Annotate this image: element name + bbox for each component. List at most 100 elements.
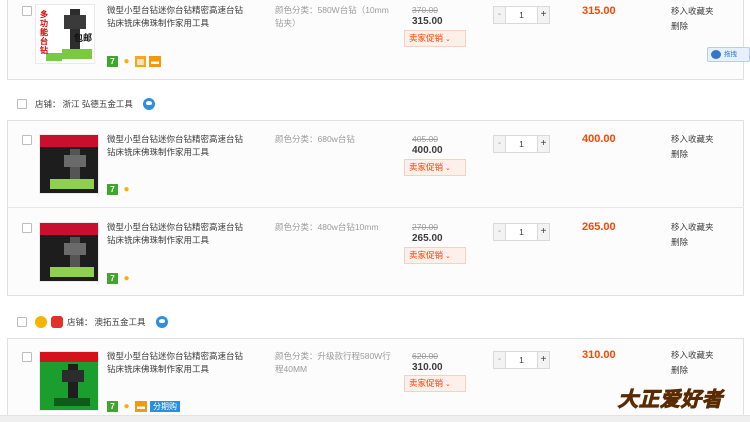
item-actions: 移入收藏夹 删除 (671, 348, 714, 378)
product-thumbnail[interactable]: 多功能台钻 包邮 (35, 4, 95, 64)
sku-info: 颜色分类：480w台钻10mm (275, 222, 379, 232)
item-total: 315.00 (582, 5, 616, 17)
increase-button[interactable]: + (537, 351, 550, 369)
shop-header: 店铺： 浙江 弘德五金工具 (17, 97, 155, 111)
shop-checkbox[interactable] (17, 317, 27, 327)
watermark-text: 大正爱好者 (618, 389, 723, 412)
shop-label: 店铺： (67, 317, 93, 327)
quantity-input[interactable] (506, 6, 537, 24)
sku-info: 颜色分类：升级款行程580W行程40MM (275, 351, 391, 374)
installment-badge[interactable]: 分期购 (150, 400, 180, 412)
quantity-stepper: - + (493, 6, 550, 24)
delete-link[interactable]: 删除 (671, 363, 714, 378)
drill-press-image (40, 352, 98, 406)
grid-badge-icon[interactable]: ▦ (135, 55, 146, 67)
move-to-favorites-link[interactable]: 移入收藏夹 (671, 132, 714, 147)
item-actions: 移入收藏夹 删除 (671, 132, 714, 162)
decrease-button[interactable]: - (493, 6, 506, 24)
service-badges: 7 ● ▦ ▬ (107, 55, 161, 67)
item-total: 265.00 (582, 221, 616, 233)
chevron-down-icon: ⌄ (445, 253, 451, 260)
shop-checkbox[interactable] (17, 99, 27, 109)
bulb-icon[interactable]: ● (121, 56, 132, 67)
increase-button[interactable]: + (537, 6, 550, 24)
move-to-favorites-link[interactable]: 移入收藏夹 (671, 220, 714, 235)
delete-link[interactable]: 删除 (671, 19, 714, 34)
seller-promotion-dropdown[interactable]: 卖家促销 ⌄ (404, 30, 466, 47)
link-icon (711, 50, 721, 59)
move-to-favorites-link[interactable]: 移入收藏夹 (671, 348, 714, 363)
drag-handle-button[interactable]: 拖拽 (707, 47, 750, 62)
decrease-button[interactable]: - (493, 351, 506, 369)
credit-card-icon[interactable]: ▬ (149, 55, 161, 67)
chevron-down-icon: ⌄ (445, 165, 451, 172)
drill-press-image (40, 135, 98, 189)
sku-info: 颜色分类：680w台钻 (275, 134, 355, 144)
seven-day-return-icon[interactable]: 7 (107, 55, 118, 67)
bulb-icon[interactable]: ● (121, 401, 132, 412)
chevron-down-icon: ⌄ (445, 381, 451, 388)
bulb-icon[interactable]: ● (121, 273, 132, 284)
increase-button[interactable]: + (537, 223, 550, 241)
credit-card-icon[interactable]: ▬ (135, 400, 147, 412)
site-watermark-logo: 大正爱好者 (618, 382, 744, 418)
move-to-favorites-link[interactable]: 移入收藏夹 (671, 4, 714, 19)
seven-day-return-icon[interactable]: 7 (107, 183, 118, 195)
delete-link[interactable]: 删除 (671, 235, 714, 250)
chevron-down-icon: ⌄ (445, 36, 451, 43)
product-title[interactable]: 微型小型台钻迷你台钻精密高速台钻钻床铣床佛珠制作家用工具 (107, 221, 247, 247)
seller-promotion-dropdown[interactable]: 卖家促销 ⌄ (404, 375, 466, 392)
service-badges: 7 ● ▬ 分期购 (107, 400, 180, 412)
row-divider (7, 207, 744, 208)
gold-medal-icon[interactable] (35, 316, 47, 328)
item-total: 310.00 (582, 349, 616, 361)
unit-price: 310.00 (412, 362, 443, 373)
original-price: 620.00 (412, 351, 438, 361)
quantity-stepper: - + (493, 351, 550, 369)
product-thumbnail[interactable] (39, 351, 99, 411)
decrease-button[interactable]: - (493, 223, 506, 241)
item-actions: 移入收藏夹 删除 (671, 220, 714, 250)
delete-link[interactable]: 删除 (671, 147, 714, 162)
drill-press-image (40, 223, 98, 277)
seven-day-return-icon[interactable]: 7 (107, 272, 118, 284)
product-title[interactable]: 微型小型台钻迷你台钻精密高速台钻钻床铣床佛珠制作家用工具 (107, 350, 247, 376)
seller-promotion-dropdown[interactable]: 卖家促销 ⌄ (404, 159, 466, 176)
quantity-stepper: - + (493, 223, 550, 241)
wangwang-chat-icon[interactable] (142, 98, 155, 110)
original-price: 405.00 (412, 134, 438, 144)
original-price: 370.00 (412, 5, 438, 15)
product-title[interactable]: 微型小型台钻迷你台钻精密高速台钻钻床铣床佛珠制作家用工具 (107, 133, 247, 159)
unit-price: 315.00 (412, 16, 443, 27)
quantity-stepper: - + (493, 135, 550, 153)
service-badges: 7 ● (107, 183, 132, 195)
shop-name-link[interactable]: 浙江 弘德五金工具 (63, 98, 133, 110)
quantity-input[interactable] (506, 223, 537, 241)
wangwang-chat-icon[interactable] (155, 316, 168, 328)
item-checkbox[interactable] (22, 135, 32, 145)
shop-header: 店铺： 澳拓五金工具 (17, 315, 168, 329)
seller-promotion-dropdown[interactable]: 卖家促销 ⌄ (404, 247, 466, 264)
thumb-caption-left: 多功能台钻 (40, 10, 48, 55)
original-price: 270.00 (412, 222, 438, 232)
item-checkbox[interactable] (22, 223, 32, 233)
quantity-input[interactable] (506, 135, 537, 153)
product-thumbnail[interactable] (39, 222, 99, 282)
shop-label: 店铺： (35, 99, 61, 109)
item-checkbox[interactable] (22, 352, 32, 362)
bulb-icon[interactable]: ● (121, 184, 132, 195)
unit-price: 265.00 (412, 233, 443, 244)
thumb-caption-free-shipping: 包邮 (74, 33, 93, 43)
item-total: 400.00 (582, 133, 616, 145)
quantity-input[interactable] (506, 351, 537, 369)
shield-icon[interactable] (51, 316, 63, 328)
seven-day-return-icon[interactable]: 7 (107, 400, 118, 412)
item-checkbox[interactable] (22, 6, 32, 16)
product-title[interactable]: 微型小型台钻迷你台钻精密高速台钻钻床铣床佛珠制作家用工具 (107, 4, 247, 30)
decrease-button[interactable]: - (493, 135, 506, 153)
unit-price: 400.00 (412, 145, 443, 156)
increase-button[interactable]: + (537, 135, 550, 153)
product-thumbnail[interactable] (39, 134, 99, 194)
sku-info: 颜色分类：580W台钻（10mm钻夹） (275, 5, 389, 28)
shop-name-link[interactable]: 澳拓五金工具 (95, 316, 146, 328)
